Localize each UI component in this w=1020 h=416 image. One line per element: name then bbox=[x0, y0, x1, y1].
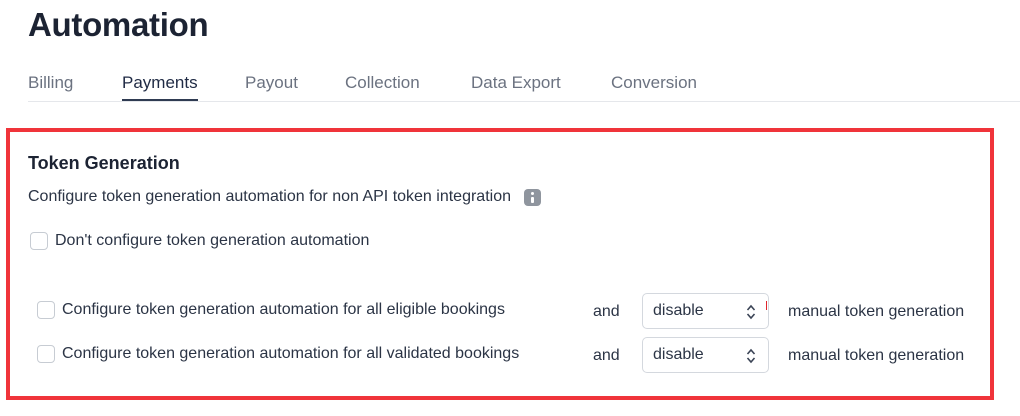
chevron-up-down-icon bbox=[746, 348, 756, 364]
section-description: Configure token generation automation fo… bbox=[28, 188, 541, 206]
annotation-mark bbox=[766, 301, 767, 310]
section-description-text: Configure token generation automation fo… bbox=[28, 188, 511, 205]
option-no-automation[interactable]: Don't configure token generation automat… bbox=[30, 232, 369, 250]
eligible-manual-token-select[interactable]: disable bbox=[642, 293, 769, 329]
validated-select-value: disable bbox=[653, 346, 704, 363]
validated-bookings-label: Configure token generation automation fo… bbox=[62, 345, 520, 362]
page-title: Automation bbox=[28, 6, 209, 43]
tab-data-export[interactable]: Data Export bbox=[471, 73, 561, 99]
option-eligible-bookings[interactable]: Configure token generation automation fo… bbox=[37, 301, 505, 319]
validated-bookings-checkbox[interactable] bbox=[37, 345, 55, 363]
tab-billing[interactable]: Billing bbox=[28, 73, 73, 99]
chevron-up-down-icon bbox=[746, 304, 756, 320]
validated-and-text: and bbox=[593, 347, 620, 364]
info-icon[interactable] bbox=[524, 188, 541, 206]
eligible-bookings-checkbox[interactable] bbox=[37, 301, 55, 319]
eligible-suffix-text: manual token generation bbox=[788, 303, 965, 320]
no-automation-label: Don't configure token generation automat… bbox=[55, 232, 370, 249]
tab-conversion[interactable]: Conversion bbox=[611, 73, 697, 99]
tab-payout[interactable]: Payout bbox=[245, 73, 298, 99]
tab-collection[interactable]: Collection bbox=[345, 73, 420, 99]
option-validated-bookings[interactable]: Configure token generation automation fo… bbox=[37, 345, 519, 363]
validated-suffix-text: manual token generation bbox=[788, 347, 965, 364]
no-automation-checkbox[interactable] bbox=[30, 232, 48, 250]
eligible-and-text: and bbox=[593, 303, 620, 320]
eligible-bookings-label: Configure token generation automation fo… bbox=[62, 301, 505, 318]
validated-manual-token-select[interactable]: disable bbox=[642, 337, 769, 373]
tab-bar: Billing Payments Payout Collection Data … bbox=[28, 70, 1020, 102]
tab-payments[interactable]: Payments bbox=[122, 73, 198, 101]
section-title: Token Generation bbox=[28, 153, 180, 173]
eligible-select-value: disable bbox=[653, 302, 704, 319]
